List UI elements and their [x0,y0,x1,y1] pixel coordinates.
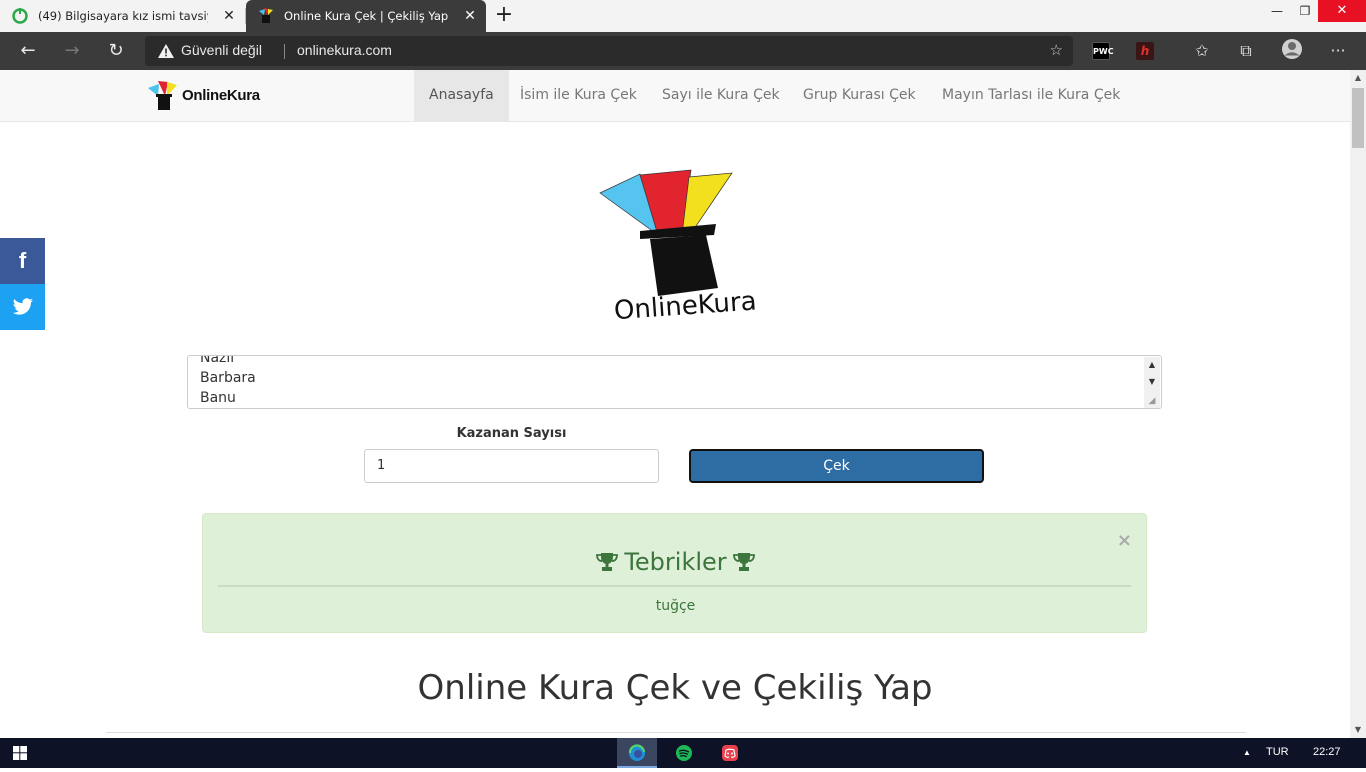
name-line: Barbara [200,370,256,386]
refresh-button[interactable]: ↻ [102,39,130,63]
page-scrollbar[interactable] [1350,70,1366,738]
nav-number-draw[interactable]: Sayı ile Kura Çek [647,70,795,121]
site-logo-text: OnlineKura [182,86,260,104]
big-logo-text: OnlineKura [613,286,756,326]
resize-grip-icon[interactable]: ◢ [1144,394,1160,408]
tray-expand-icon[interactable]: ▲ [1243,748,1251,757]
scroll-up-arrow[interactable]: ▲ [1350,70,1366,86]
back-button[interactable]: ← [14,39,42,63]
favorites-icon[interactable]: ✩ [1191,41,1213,60]
onlinekura-favicon-icon [259,8,273,23]
main-logo: OnlineKura [596,163,758,332]
textarea-scroll-down[interactable]: ▼ [1144,375,1160,389]
close-window-button[interactable]: ✕ [1318,0,1366,22]
minimize-button[interactable]: — [1262,0,1292,22]
close-tab-icon[interactable]: ✕ [462,8,478,24]
youtube-refresh-icon [12,8,28,24]
site-logo[interactable]: OnlineKura [148,79,260,111]
facebook-icon: f [18,248,27,273]
browser-toolbar: ← → ↻ Güvenli değil onlinekura.com ☆ PWC… [0,32,1366,70]
name-line: Nazlı [200,355,235,366]
tab-title: Online Kura Çek | Çekiliş Yap [284,9,449,23]
nav-name-draw[interactable]: İsim ile Kura Çek [505,70,652,121]
nav-group-draw[interactable]: Grup Kurası Çek [788,70,931,121]
magic-hat-logo-icon: OnlineKura [599,169,758,326]
draw-button[interactable]: Çek [689,449,984,483]
taskbar-discord[interactable] [710,738,750,768]
scroll-down-arrow[interactable]: ▼ [1350,722,1366,738]
names-textarea[interactable]: Nazlı Barbara Banu ▲ ▼ ◢ [187,355,1162,409]
security-label[interactable]: Güvenli değil [181,42,262,58]
new-tab-button[interactable]: + [492,4,516,28]
section-divider [106,732,1246,733]
windows-logo-icon [13,746,27,760]
url-divider [284,44,285,59]
restore-button[interactable]: ❐ [1290,0,1320,22]
taskbar-spotify[interactable] [664,738,704,768]
facebook-share-button[interactable]: f [0,238,45,284]
spotify-icon [676,745,692,761]
name-line: Banu [200,390,236,406]
collections-icon[interactable]: ⧉ [1235,41,1257,61]
clock[interactable]: 22:27 [1313,746,1341,758]
textarea-scrollbar[interactable]: ▲ ▼ ◢ [1144,357,1160,408]
trophy-icon [596,553,619,571]
discord-icon [722,745,738,761]
site-navbar: OnlineKura Anasayfa İsim ile Kura Çek Sa… [0,70,1350,122]
winner-count-label: Kazanan Sayısı [456,426,567,441]
winner-name: tuğçe [655,598,696,614]
browser-tab[interactable]: (49) Bilgisayara kız ismi tavsiyesi | ✕ [0,0,245,32]
add-favorite-icon[interactable]: ☆ [1050,41,1063,59]
close-tab-icon[interactable]: ✕ [221,8,237,24]
h-extension-icon[interactable]: h [1136,42,1154,60]
pwc-extension-icon[interactable]: PWC [1092,42,1114,60]
alert-divider [218,585,1131,587]
profile-avatar-icon[interactable] [1281,38,1303,64]
taskbar-edge[interactable] [617,738,657,768]
windows-taskbar: ▲ TUR 22:27 [0,738,1366,768]
result-title-text: Tebrikler [624,548,727,576]
result-title: Tebrikler [203,548,1148,576]
twitter-share-button[interactable] [0,284,45,330]
warning-icon [158,44,174,58]
textarea-scroll-up[interactable]: ▲ [1144,358,1160,372]
settings-more-icon[interactable]: ··· [1327,41,1349,60]
edge-icon [628,744,646,761]
browser-tab-active[interactable]: Online Kura Çek | Çekiliş Yap ✕ [246,0,486,32]
scrollbar-thumb[interactable] [1352,88,1364,148]
winner-count-input[interactable]: 1 [364,449,659,483]
trophy-icon [732,553,755,571]
browser-tab-strip: (49) Bilgisayara kız ismi tavsiyesi | ✕ … [0,0,1366,32]
url-text[interactable]: onlinekura.com [297,42,392,58]
result-alert: × Tebrikler tuğçe [202,513,1147,633]
nav-home[interactable]: Anasayfa [414,70,509,121]
hat-logo-icon [148,81,177,110]
language-indicator[interactable]: TUR [1266,746,1289,758]
nav-minefield-draw[interactable]: Mayın Tarlası ile Kura Çek [927,70,1135,121]
start-button[interactable] [0,738,40,768]
tab-title: (49) Bilgisayara kız ismi tavsiyesi | [38,9,208,23]
address-bar[interactable]: Güvenli değil onlinekura.com ☆ [145,36,1073,66]
page-heading: Online Kura Çek ve Çekiliş Yap [417,668,933,708]
forward-button[interactable]: → [58,39,86,63]
twitter-icon [12,298,33,315]
